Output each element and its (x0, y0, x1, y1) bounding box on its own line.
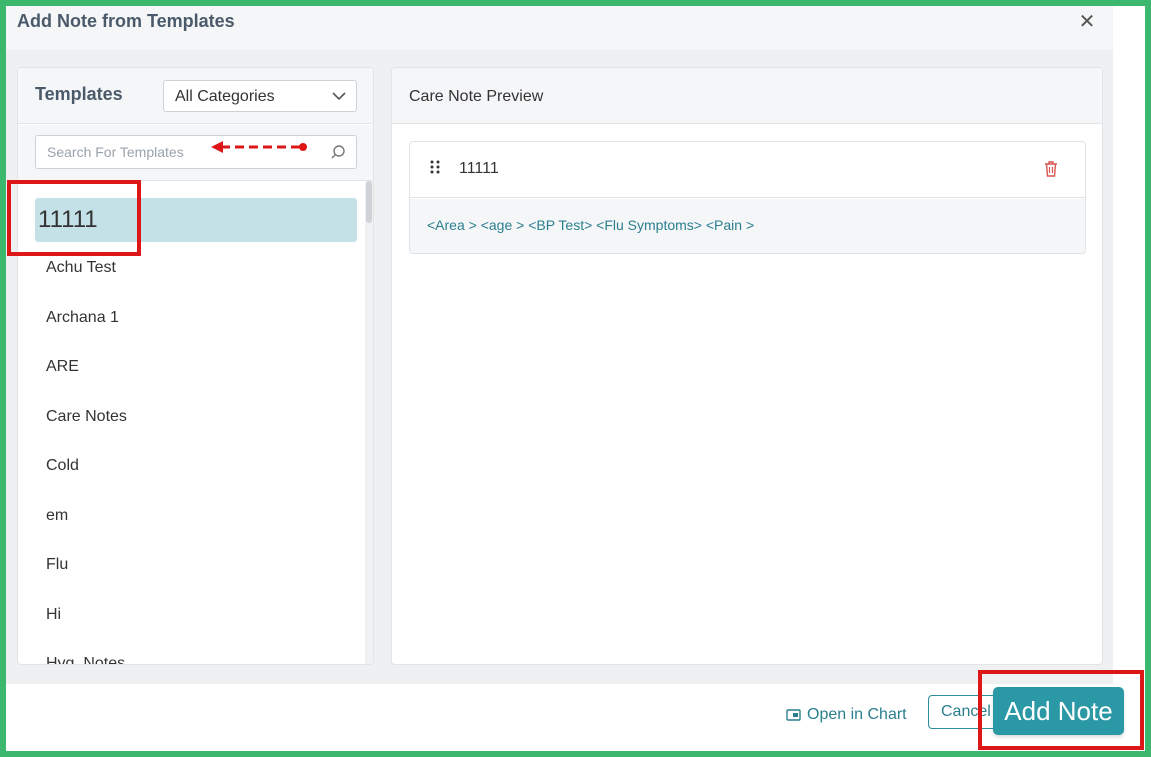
list-item[interactable]: ARE (35, 346, 357, 390)
preview-panel-title: Care Note Preview (409, 88, 544, 105)
list-item[interactable]: Hyg. Notes (35, 643, 357, 665)
list-item-label: Care Notes (46, 408, 127, 425)
templates-scrollbar[interactable] (365, 181, 373, 664)
list-item-label: em (46, 507, 69, 524)
list-item-label: Archana 1 (46, 309, 119, 326)
open-in-chart-icon (786, 709, 801, 721)
open-in-chart-link[interactable]: Open in Chart (786, 703, 907, 727)
templates-panel-header: Templates All Categories (18, 68, 373, 124)
preview-panel: Care Note Preview 11111 <Area > <age > <… (391, 67, 1103, 665)
dialog-body: Templates All Categories Search For Temp… (6, 50, 1113, 684)
list-item[interactable]: Care Notes (35, 396, 357, 440)
search-icon[interactable] (330, 144, 346, 160)
list-item-label: Hi (46, 606, 62, 623)
dialog-title: Add Note from Templates (17, 11, 235, 31)
list-item[interactable]: Hi (35, 594, 357, 638)
templates-list: 11111 Achu Test Archana 1 ARE Care Notes… (18, 181, 363, 665)
trash-icon[interactable] (1043, 160, 1059, 178)
list-item-label: Flu (46, 556, 69, 573)
preview-panel-header: Care Note Preview (392, 68, 1102, 124)
templates-panel: Templates All Categories Search For Temp… (17, 67, 374, 665)
note-name: 11111 (459, 160, 499, 177)
open-in-chart-label: Open in Chart (807, 706, 907, 723)
note-card-header: 11111 (410, 142, 1085, 198)
list-item[interactable]: Archana 1 (35, 297, 357, 341)
list-item-label: Cold (46, 457, 79, 474)
list-item-label: 11111 (38, 206, 98, 233)
list-item-label: Hyg. Notes (46, 655, 126, 665)
note-card: 11111 <Area > <age > <BP Test> <Flu Symp… (409, 141, 1086, 254)
scrollbar-thumb[interactable] (366, 181, 372, 223)
category-select[interactable]: All Categories (163, 80, 357, 112)
templates-panel-title: Templates (35, 84, 123, 104)
note-card-body: <Area > <age > <BP Test> <Flu Symptoms> … (410, 199, 1085, 253)
list-item[interactable]: Flu (35, 544, 357, 588)
dialog: Add Note from Templates ✕ Templates All … (6, 6, 1145, 751)
close-icon[interactable]: ✕ (1077, 12, 1097, 32)
list-item-label: Achu Test (46, 259, 116, 276)
list-item[interactable]: Cold (35, 445, 357, 489)
list-item[interactable]: em (35, 495, 357, 539)
list-item[interactable]: 11111 (35, 198, 357, 242)
chevron-down-icon (332, 92, 346, 101)
category-select-value: All Categories (175, 88, 275, 105)
note-content: <Area > <age > <BP Test> <Flu Symptoms> … (427, 217, 755, 233)
dialog-header: Add Note from Templates ✕ (6, 6, 1113, 50)
dialog-footer: Open in Chart Cancel Add Note (6, 684, 1145, 751)
list-item[interactable]: Achu Test (35, 247, 357, 291)
add-note-button[interactable]: Add Note (993, 687, 1124, 735)
annotation-arrow-icon (211, 141, 307, 153)
list-item-label: ARE (46, 358, 79, 375)
drag-handle-icon[interactable] (429, 159, 441, 175)
search-area (18, 125, 373, 181)
